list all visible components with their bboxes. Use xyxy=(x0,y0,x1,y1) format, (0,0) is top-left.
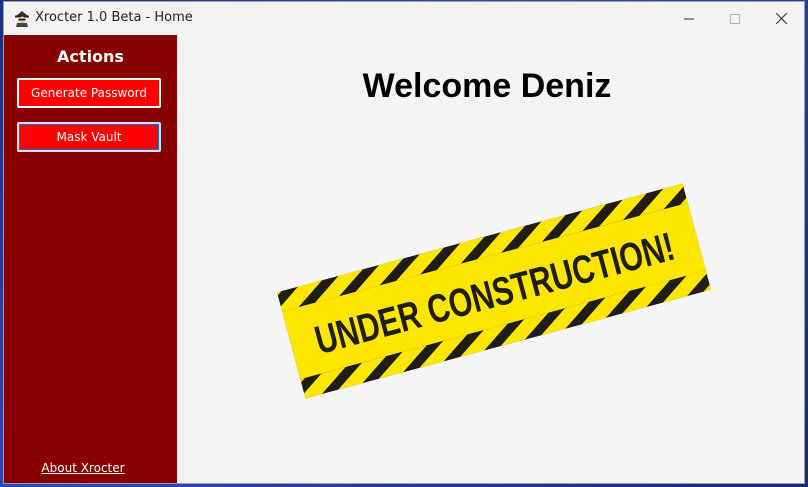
close-icon xyxy=(775,13,787,24)
construction-banner-icon: UNDER CONSTRUCTION! xyxy=(276,183,712,399)
sidebar-title: Actions xyxy=(57,47,124,66)
generate-password-button[interactable]: Generate Password xyxy=(17,78,161,108)
maximize-icon xyxy=(730,13,740,24)
maximize-button[interactable] xyxy=(712,2,758,35)
spy-agent-icon xyxy=(15,11,29,27)
under-construction-image: UNDER CONSTRUCTION! xyxy=(262,150,722,400)
close-button[interactable] xyxy=(758,2,804,35)
main-panel: Welcome Deniz UNDER CONSTRUCTION! xyxy=(177,35,804,483)
minimize-button[interactable] xyxy=(666,2,712,35)
welcome-heading: Welcome Deniz xyxy=(362,67,612,105)
window-title: Xrocter 1.0 Beta - Home xyxy=(35,10,193,25)
app-window: Xrocter 1.0 Beta - Home Actions Generate… xyxy=(3,1,805,484)
sidebar: Actions Generate Password Mask Vault Abo… xyxy=(4,35,177,483)
title-bar[interactable]: Xrocter 1.0 Beta - Home xyxy=(4,2,804,35)
minimize-icon xyxy=(684,18,694,19)
mask-vault-button[interactable]: Mask Vault xyxy=(17,122,161,152)
about-link[interactable]: About Xrocter xyxy=(4,461,162,475)
